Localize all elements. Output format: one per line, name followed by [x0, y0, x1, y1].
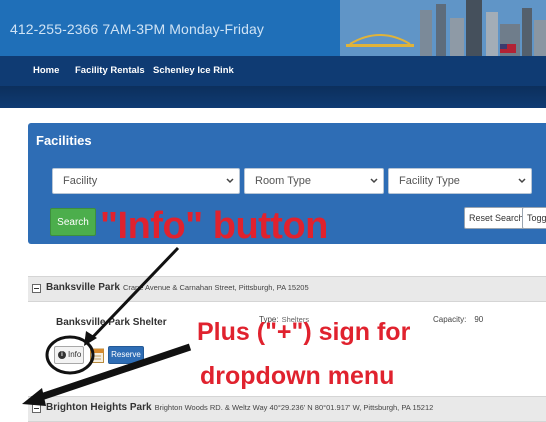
info-button-label: Info	[68, 350, 82, 359]
reserve-button[interactable]: Reserve	[108, 346, 144, 364]
chevron-down-icon	[518, 178, 526, 184]
reset-search-button[interactable]: Reset Search	[464, 207, 529, 229]
room-type-select[interactable]: Room Type	[244, 168, 384, 194]
park-name: Banksville Park	[46, 282, 120, 293]
annotation-info-button: "Info" button	[100, 205, 328, 247]
main-navigation: Home Facility Rentals Schenley Ice Rink	[0, 56, 546, 86]
chevron-down-icon	[370, 178, 378, 184]
facility-select-value: Facility	[63, 175, 98, 187]
park-name: Brighton Heights Park	[46, 402, 152, 413]
info-button[interactable]: i Info	[54, 346, 84, 364]
park-row-banksville[interactable]: Banksville Park Crane Avenue & Carnahan S…	[28, 276, 546, 302]
facility-type-select[interactable]: Facility Type	[388, 168, 532, 194]
shelter-capacity: Capacity: 90	[433, 315, 483, 324]
minus-square-icon[interactable]	[32, 404, 41, 413]
park-address: Crane Avenue & Carnahan Street, Pittsbur…	[122, 283, 309, 292]
calendar-icon[interactable]	[90, 347, 104, 363]
annotation-plus-sign: Plus ("+") sign for	[197, 318, 411, 346]
chevron-down-icon	[226, 178, 234, 184]
facility-type-select-value: Facility Type	[399, 175, 460, 187]
shelter-name: Banksville Park Shelter	[56, 317, 167, 328]
city-skyline-banner	[340, 0, 546, 56]
top-contact-bar: 412-255-2366 7AM-3PM Monday-Friday	[0, 0, 546, 56]
capacity-value: 90	[474, 315, 484, 324]
park-address: Brighton Woods RD. & Weltz Way 40°29.236…	[154, 403, 434, 412]
search-button[interactable]: Search	[50, 208, 96, 236]
minus-square-icon[interactable]	[32, 284, 41, 293]
contact-info: 412-255-2366 7AM-3PM Monday-Friday	[10, 21, 264, 37]
nav-schenley-ice-rink[interactable]: Schenley Ice Rink	[153, 65, 234, 76]
info-circle-icon: i	[58, 351, 66, 359]
nav-home[interactable]: Home	[33, 65, 59, 76]
nav-shadow-strip	[0, 86, 546, 108]
panel-title: Facilities	[36, 133, 92, 148]
park-heading: Banksville Park Crane Avenue & Carnahan S…	[46, 282, 309, 293]
capacity-label: Capacity:	[433, 315, 467, 324]
facility-select[interactable]: Facility	[52, 168, 240, 194]
annotation-dropdown-menu: dropdown menu	[200, 362, 395, 390]
park-heading: Brighton Heights Park Brighton Woods RD. …	[46, 402, 433, 413]
room-type-select-value: Room Type	[255, 175, 312, 187]
toggle-button[interactable]: Toggle	[522, 207, 546, 229]
park-row-brighton-heights[interactable]: Brighton Heights Park Brighton Woods RD. …	[28, 396, 546, 422]
nav-facility-rentals[interactable]: Facility Rentals	[75, 65, 145, 76]
